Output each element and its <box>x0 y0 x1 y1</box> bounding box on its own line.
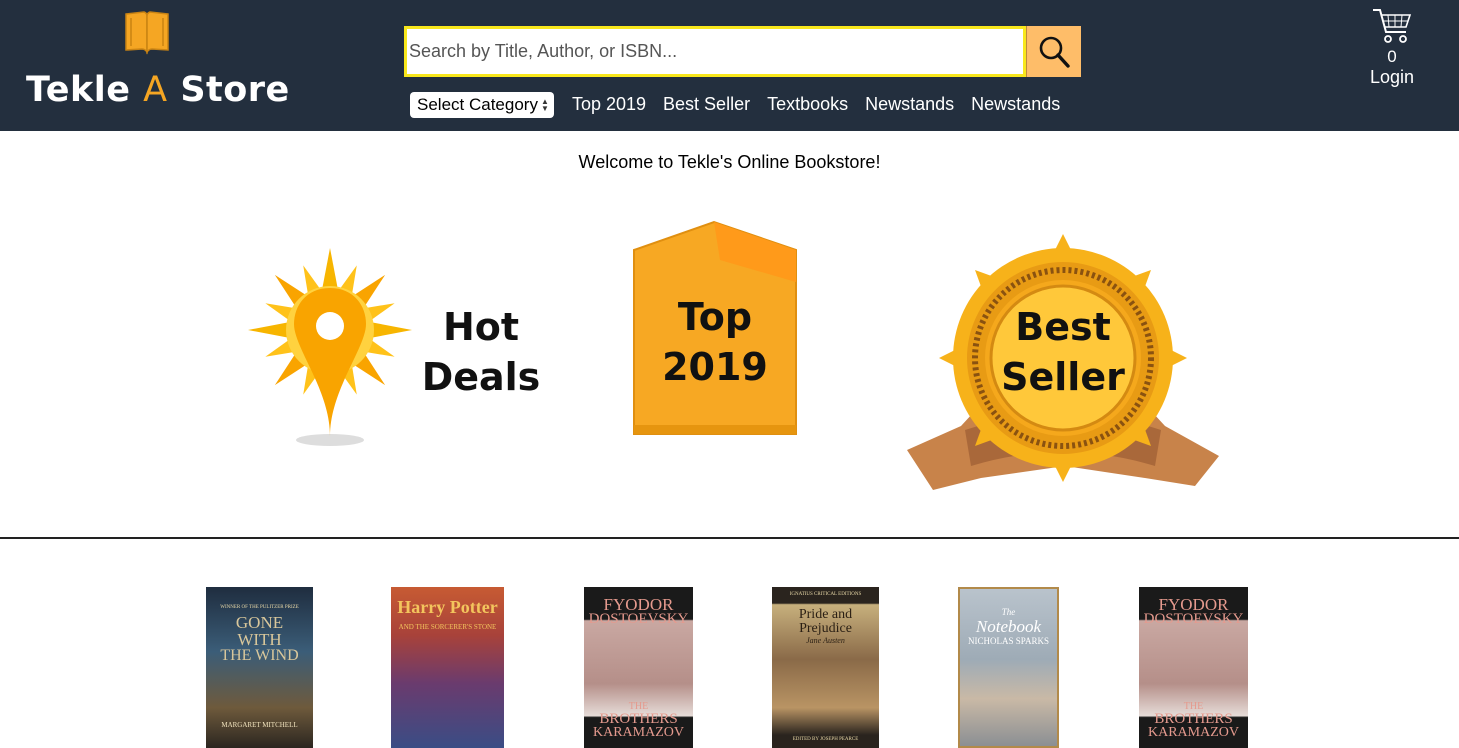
site-logo[interactable]: Tekle A Store <box>20 6 290 126</box>
promo-hot-deals-line2: Deals <box>421 355 541 399</box>
cart-area: 0 Login <box>1362 6 1422 88</box>
section-divider <box>0 537 1459 539</box>
promo-hot-deals[interactable]: Hot Deals <box>236 240 546 455</box>
book-title-line: KARAMAZOV <box>593 725 684 740</box>
category-select-label: Select Category <box>417 94 538 114</box>
search-button[interactable] <box>1026 26 1081 77</box>
promo-best-seller-line2: Seller <box>1001 355 1125 399</box>
book-cover-gone-with-the-wind[interactable]: WINNER OF THE PULITZER PRIZE GONE WITH T… <box>206 587 313 748</box>
nav-link-best-seller[interactable]: Best Seller <box>663 94 750 115</box>
promo-best-seller-label: Best Seller <box>981 302 1145 402</box>
promo-hot-deals-line1: Hot <box>442 305 520 349</box>
main-nav: Select Category ▲ ▼ Top 2019 Best Seller … <box>410 91 1077 118</box>
book-title-line: Prejudice <box>799 621 852 636</box>
book-cover-harry-potter[interactable]: Harry Potter AND THE SORCERER'S STONE <box>391 587 504 748</box>
nav-link-textbooks[interactable]: Textbooks <box>767 94 848 115</box>
book-title-line: KARAMAZOV <box>1148 725 1239 740</box>
book-title-line: Notebook <box>975 617 1042 636</box>
search-input[interactable] <box>404 26 1026 77</box>
book-author: Jane Austen <box>806 636 845 645</box>
shopping-cart-icon[interactable] <box>1371 6 1413 46</box>
logo-text-left: Tekle <box>26 70 131 110</box>
book-subtitle: AND THE SORCERER'S STONE <box>398 623 497 631</box>
book-cover-the-notebook[interactable]: The Notebook NICHOLAS SPARKS <box>958 587 1059 748</box>
search-bar <box>404 26 1081 77</box>
book-author: MARGARET MITCHELL <box>221 721 298 729</box>
site-header: Tekle A Store Select Category ▲▼ Top 201… <box>0 0 1459 131</box>
nav-link-top-2019[interactable]: Top 2019 <box>572 94 646 115</box>
promo-top-2019[interactable]: Top 2019 <box>630 220 800 438</box>
category-select[interactable]: Select Category ▲ ▼ <box>410 91 554 118</box>
logo-text: Tekle A Store <box>26 70 290 110</box>
nav-link-newstands[interactable]: Newstands <box>865 94 954 115</box>
promo-best-seller-line1: Best <box>1015 305 1111 349</box>
book-cover-pride-and-prejudice[interactable]: IGNATIUS CRITICAL EDITIONS Pride and Pre… <box>772 587 879 748</box>
logo-text-right: Store <box>180 70 290 110</box>
welcome-message: Welcome to Tekle's Online Bookstore! <box>578 152 881 172</box>
nav-link-newstands-2[interactable]: Newstands <box>971 94 1060 115</box>
book-series-text: IGNATIUS CRITICAL EDITIONS <box>789 592 862 597</box>
select-arrows-icon: ▲ ▼ <box>541 96 549 113</box>
book-title-line: DOSTOEVSKY <box>588 611 689 627</box>
book-author: NICHOLAS SPARKS <box>968 636 1049 646</box>
promo-top-2019-line2: 2019 <box>662 345 768 389</box>
book-title-line: Harry Potter <box>397 597 498 617</box>
promo-hot-deals-label: Hot Deals <box>406 302 556 402</box>
sun-location-pin-icon <box>248 248 412 446</box>
book-award-text: WINNER OF THE PULITZER PRIZE <box>220 605 299 610</box>
promo-top-2019-label: Top 2019 <box>630 292 800 392</box>
book-title-line: DOSTOEVSKY <box>1143 611 1244 627</box>
login-link[interactable]: Login <box>1362 67 1422 88</box>
promo-top-2019-line1: Top <box>677 295 753 339</box>
book-cover-brothers-karamazov-2[interactable]: FYODOR DOSTOEVSKY THE BROTHERS KARAMAZOV <box>1139 587 1248 748</box>
search-icon <box>1039 36 1070 68</box>
book-title-line: The <box>1001 607 1016 617</box>
open-book-icon <box>125 11 169 55</box>
book-title-line: THE WIND <box>220 647 299 664</box>
book-editor-text: EDITED BY JOSEPH PEARCE <box>792 737 859 742</box>
logo-text-accent: A <box>143 70 168 110</box>
promo-best-seller[interactable]: Best Seller <box>905 230 1221 492</box>
cart-count: 0 <box>1387 47 1397 66</box>
book-cover-brothers-karamazov[interactable]: FYODOR DOSTOEVSKY THE BROTHERS KARAMAZOV <box>584 587 693 748</box>
